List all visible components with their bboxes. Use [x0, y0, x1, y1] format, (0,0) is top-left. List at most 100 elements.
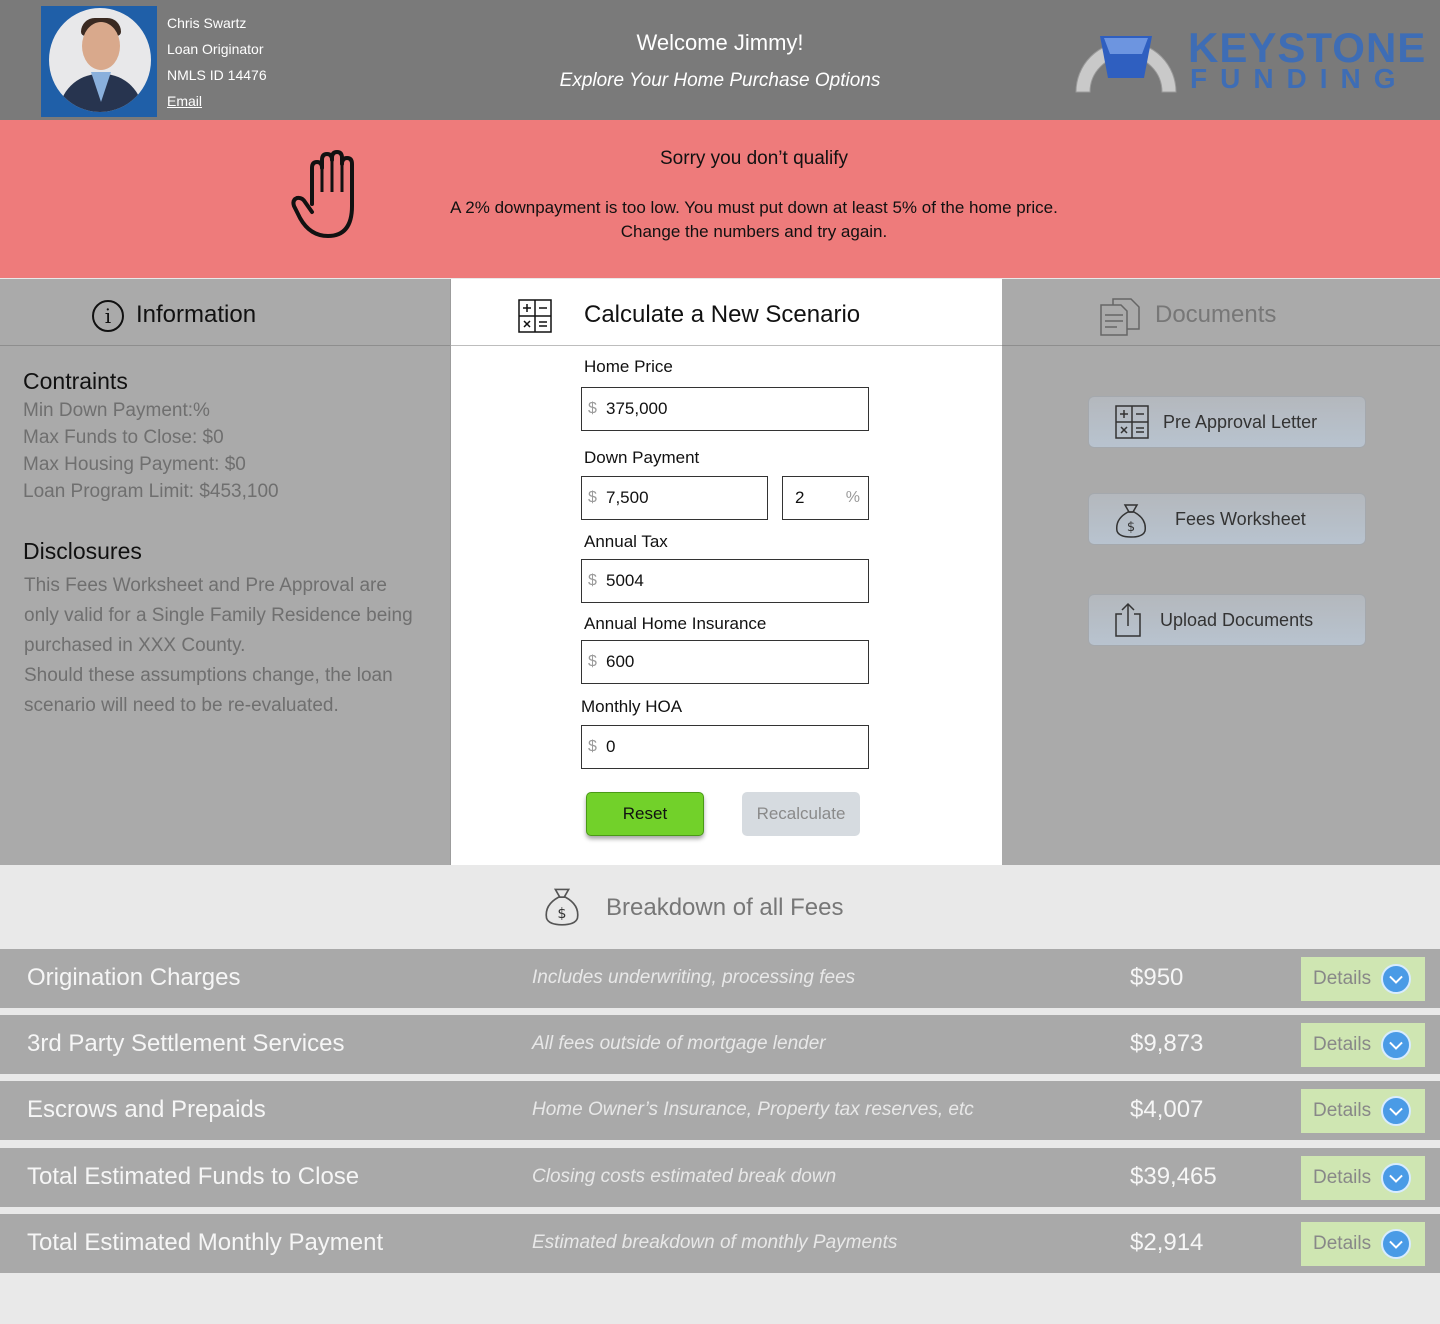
down-payment-label: Down Payment [584, 448, 700, 467]
fee-amount: $9,873 [1130, 1030, 1204, 1057]
fee-description: Home Owner’s Insurance, Property tax res… [532, 1099, 974, 1120]
fee-name: Total Estimated Monthly Payment [27, 1229, 384, 1256]
chevron-down-icon [1381, 1096, 1411, 1126]
information-panel: i Information Contraints Min Down Paymen… [0, 279, 451, 865]
upload-documents-button[interactable]: Upload Documents [1088, 594, 1366, 646]
home-price-input[interactable]: $ 375,000 [581, 387, 869, 431]
constraint-item: Max Housing Payment: $0 [23, 454, 246, 475]
currency-symbol: $ [588, 400, 597, 417]
percent-symbol: % [845, 489, 860, 506]
fee-description: Includes underwriting, processing fees [532, 967, 856, 988]
annual-tax-label: Annual Tax [584, 532, 668, 551]
top-header: Chris Swartz Loan Originator NMLS ID 144… [0, 0, 1440, 120]
home-insurance-label: Annual Home Insurance [584, 614, 767, 633]
monthly-hoa-input[interactable]: $ 0 [581, 725, 869, 769]
home-insurance-input[interactable]: $ 600 [581, 640, 869, 684]
down-payment-percent-input[interactable]: 2 % [782, 476, 869, 520]
currency-symbol: $ [588, 572, 597, 589]
fee-name: 3rd Party Settlement Services [27, 1030, 345, 1057]
fee-name: Escrows and Prepaids [27, 1096, 266, 1123]
documents-panel: Documents Pre Approval Letter $ Fees Wor… [1002, 279, 1440, 865]
details-button[interactable]: Details [1301, 957, 1425, 1001]
calculator-icon [518, 299, 552, 333]
svg-text:$: $ [557, 906, 566, 922]
fee-description: Estimated breakdown of monthly Payments [532, 1232, 898, 1253]
documents-title: Documents [1155, 301, 1277, 328]
fee-row-escrows: Escrows and Prepaids Home Owner’s Insura… [0, 1081, 1440, 1140]
alert-title: Sorry you don’t qualify [660, 148, 848, 169]
details-button[interactable]: Details [1301, 1222, 1425, 1266]
constraint-item: Min Down Payment:% [23, 400, 210, 421]
fee-row-origination: Origination Charges Includes underwritin… [0, 949, 1440, 1008]
home-insurance-value: 600 [606, 652, 635, 671]
welcome-subtitle: Explore Your Home Purchase Options [559, 70, 881, 91]
fees-breakdown-title: Breakdown of all Fees [606, 894, 844, 921]
alert-line-1: A 2% downpayment is too low. You must pu… [450, 198, 1058, 217]
annual-tax-value: 5004 [606, 571, 644, 590]
details-label: Details [1313, 1167, 1372, 1188]
monthly-hoa-label: Monthly HOA [581, 697, 683, 716]
chevron-down-icon [1381, 1030, 1411, 1060]
constraint-item: Max Funds to Close: $0 [23, 427, 224, 448]
calculator-title: Calculate a New Scenario [584, 301, 861, 328]
upload-documents-label: Upload Documents [1160, 610, 1314, 630]
details-button[interactable]: Details [1301, 1156, 1425, 1200]
constraints-heading: Contraints [23, 368, 128, 394]
home-price-label: Home Price [584, 357, 673, 376]
fee-amount: $39,465 [1130, 1163, 1217, 1190]
fee-amount: $2,914 [1130, 1229, 1204, 1256]
annual-tax-input[interactable]: $ 5004 [581, 559, 869, 603]
fee-row-funds-to-close: Total Estimated Funds to Close Closing c… [0, 1148, 1440, 1207]
fees-worksheet-button[interactable]: $ Fees Worksheet [1088, 493, 1366, 545]
fees-worksheet-label: Fees Worksheet [1175, 509, 1306, 529]
avatar-photo [49, 8, 151, 112]
loan-officer-avatar [41, 6, 157, 117]
currency-symbol: $ [588, 653, 597, 670]
lo-title: Loan Originator [167, 41, 264, 57]
fee-name: Origination Charges [27, 964, 241, 991]
lo-name: Chris Swartz [167, 15, 247, 31]
fee-row-third-party: 3rd Party Settlement Services All fees o… [0, 1015, 1440, 1074]
recalculate-button[interactable]: Recalculate [742, 792, 860, 836]
alert-line-2: Change the numbers and try again. [620, 222, 888, 241]
constraint-item: Loan Program Limit: $453,100 [23, 481, 279, 502]
down-payment-value: 7,500 [606, 488, 649, 507]
upload-icon [1115, 602, 1141, 637]
fee-amount: $950 [1130, 964, 1184, 991]
loan-officer-info: Chris Swartz Loan Originator NMLS ID 144… [167, 10, 267, 114]
keystone-logo: KEYSTONE FUNDING [1072, 26, 1425, 98]
calculator-icon [1115, 405, 1149, 439]
fee-amount: $4,007 [1130, 1096, 1204, 1123]
money-bag-icon: $ [1115, 504, 1147, 538]
fee-description: Closing costs estimated break down [532, 1166, 837, 1187]
chevron-down-icon [1381, 1163, 1411, 1193]
fees-breakdown-header: $ Breakdown of all Fees [0, 866, 1440, 949]
monthly-hoa-value: 0 [606, 737, 616, 756]
reset-button[interactable]: Reset [586, 792, 704, 836]
constraints-list: Min Down Payment:% Max Funds to Close: $… [23, 397, 279, 505]
pre-approval-letter-button[interactable]: Pre Approval Letter [1088, 396, 1366, 448]
down-payment-input[interactable]: $ 7,500 [581, 476, 768, 520]
logo-arch-icon [1075, 36, 1177, 93]
details-button[interactable]: Details [1301, 1023, 1425, 1067]
documents-header: Documents [1002, 279, 1440, 346]
money-bag-icon: $ [545, 888, 579, 926]
details-button[interactable]: Details [1301, 1089, 1425, 1133]
information-title: Information [136, 301, 257, 328]
lo-nmls: NMLS ID 14476 [167, 67, 267, 83]
fee-name: Total Estimated Funds to Close [27, 1163, 360, 1190]
fee-description: All fees outside of mortgage lender [532, 1033, 826, 1054]
svg-text:$: $ [1127, 520, 1135, 535]
currency-symbol: $ [588, 738, 597, 755]
details-label: Details [1313, 1100, 1372, 1121]
details-label: Details [1313, 968, 1372, 989]
welcome-title: Welcome Jimmy! [636, 30, 804, 55]
lo-email-link[interactable]: Email [167, 93, 202, 109]
disclosures-heading: Disclosures [23, 538, 142, 564]
chevron-down-icon [1381, 964, 1411, 994]
details-label: Details [1313, 1034, 1372, 1055]
documents-icon [1100, 298, 1140, 336]
calculator-panel: Calculate a New Scenario Home Price $ 37… [451, 279, 1002, 865]
chevron-down-icon [1381, 1229, 1411, 1259]
information-header: i Information [0, 279, 450, 346]
